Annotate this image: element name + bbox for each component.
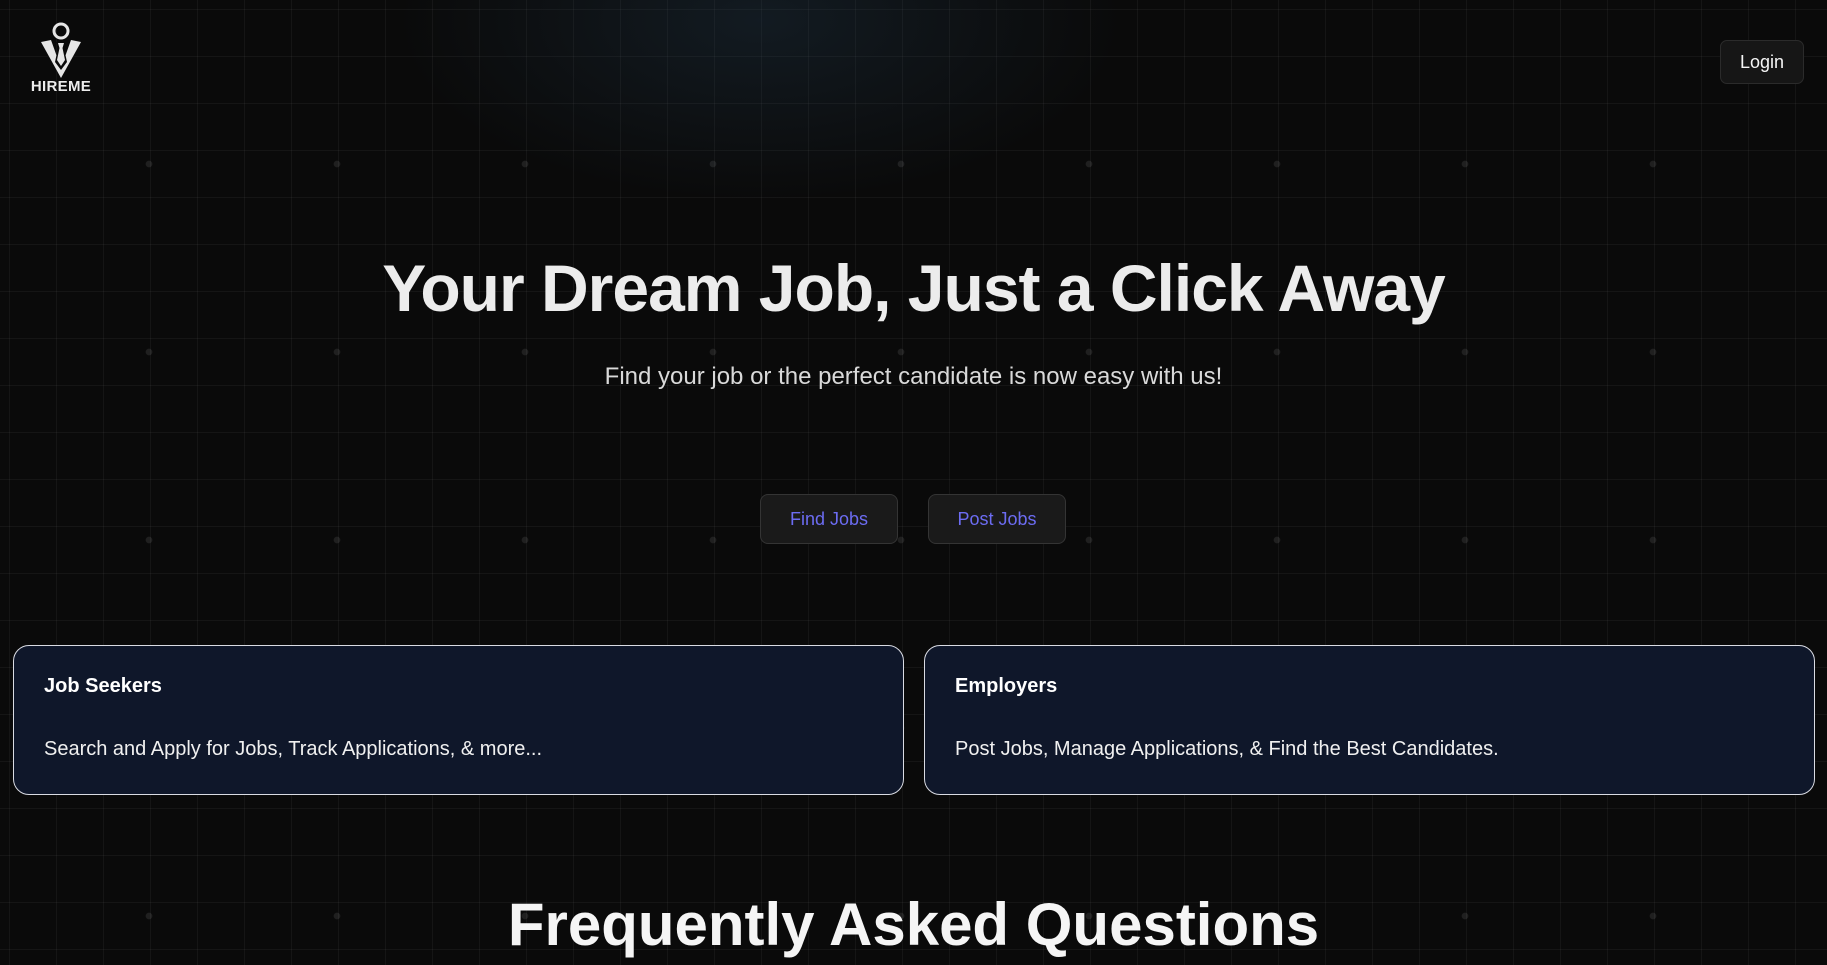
tie-person-icon <box>41 22 81 78</box>
post-jobs-button[interactable]: Post Jobs <box>928 494 1066 544</box>
find-jobs-button[interactable]: Find Jobs <box>760 494 898 544</box>
hero-title: Your Dream Job, Just a Click Away <box>382 251 1446 325</box>
faq-heading: Frequently Asked Questions <box>507 891 1320 958</box>
login-button[interactable]: Login <box>1720 40 1804 84</box>
logo-text: HIREME <box>30 78 92 95</box>
employers-card[interactable]: Employers Post Jobs, Manage Applications… <box>924 645 1815 795</box>
logo[interactable]: HIREME <box>24 22 98 98</box>
landing-page: HIREME Login Your Dream Job, Just a Clic… <box>0 0 1827 965</box>
hero-subtitle: Find your job or the perfect candidate i… <box>604 363 1223 390</box>
card-title: Employers <box>955 675 1058 697</box>
card-description: Search and Apply for Jobs, Track Applica… <box>44 738 543 760</box>
card-description: Post Jobs, Manage Applications, & Find t… <box>955 738 1499 760</box>
card-title: Job Seekers <box>44 675 162 697</box>
job-seekers-card[interactable]: Job Seekers Search and Apply for Jobs, T… <box>13 645 904 795</box>
